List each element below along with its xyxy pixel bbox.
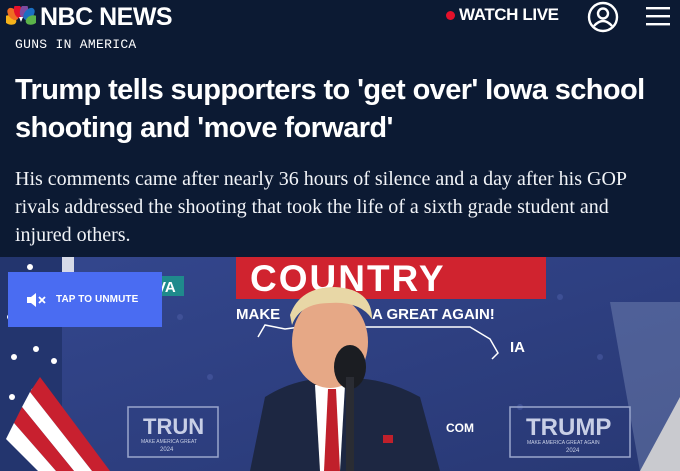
sign-right-text: TRUMP bbox=[526, 414, 611, 441]
nbc-news-logo[interactable]: NBC NEWS bbox=[6, 2, 173, 32]
brand-name: NBC NEWS bbox=[40, 2, 173, 31]
sign-left-sub: MAKE AMERICA GREAT bbox=[141, 439, 197, 445]
unmute-label: TAP TO UNMUTE bbox=[56, 294, 139, 305]
user-circle-icon bbox=[586, 1, 620, 38]
sign-url-text: COM bbox=[446, 421, 474, 435]
sign-left-year: 2024 bbox=[160, 447, 174, 453]
article-dek: His comments came after nearly 36 hours … bbox=[15, 168, 627, 246]
peacock-icon bbox=[6, 6, 36, 28]
banner-slogan-right: A GREAT AGAIN! bbox=[372, 306, 495, 323]
account-button[interactable] bbox=[586, 0, 620, 39]
banner-fragment: IA bbox=[510, 339, 525, 356]
tap-to-unmute-button[interactable]: TAP TO UNMUTE bbox=[8, 272, 162, 327]
sign-left-text: TRUN bbox=[143, 414, 204, 439]
live-dot-icon bbox=[446, 10, 455, 20]
sign-right-year: 2024 bbox=[566, 448, 580, 454]
speaker-muted-icon bbox=[26, 292, 46, 308]
article-headline: Trump tells supporters to 'get over' Iow… bbox=[15, 74, 645, 144]
hamburger-menu-icon bbox=[645, 7, 671, 31]
banner-slogan-left: MAKE bbox=[236, 306, 280, 323]
section-kicker[interactable]: GUNS IN AMERICA bbox=[15, 37, 137, 52]
video-player[interactable]: VA COUNTRY MAKE A GREAT AGAIN! IA TRUN M… bbox=[0, 257, 680, 471]
site-header: NBC NEWS WATCH LIVE bbox=[0, 0, 680, 34]
watch-live-label: WATCH LIVE bbox=[459, 5, 559, 24]
watch-live-button[interactable]: WATCH LIVE bbox=[446, 5, 559, 25]
menu-button[interactable] bbox=[645, 5, 671, 32]
sign-right-sub: MAKE AMERICA GREAT AGAIN bbox=[527, 440, 600, 446]
